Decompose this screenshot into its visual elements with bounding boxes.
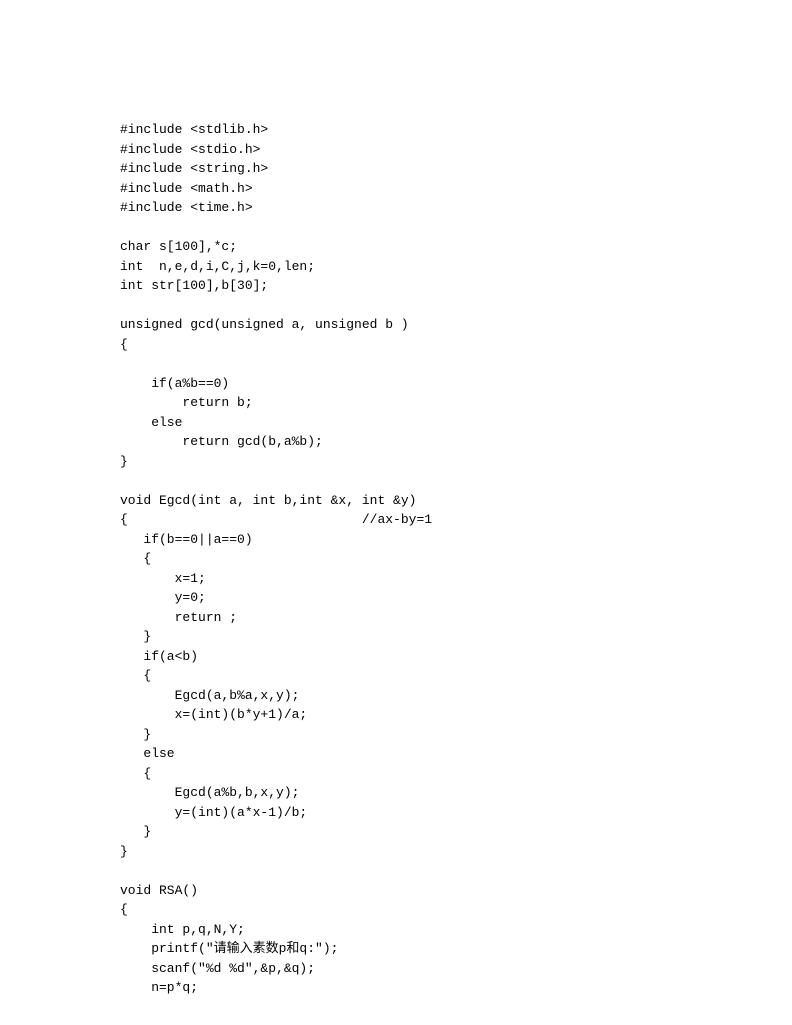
code-block: #include <stdlib.h> #include <stdio.h> #… [120,120,792,998]
